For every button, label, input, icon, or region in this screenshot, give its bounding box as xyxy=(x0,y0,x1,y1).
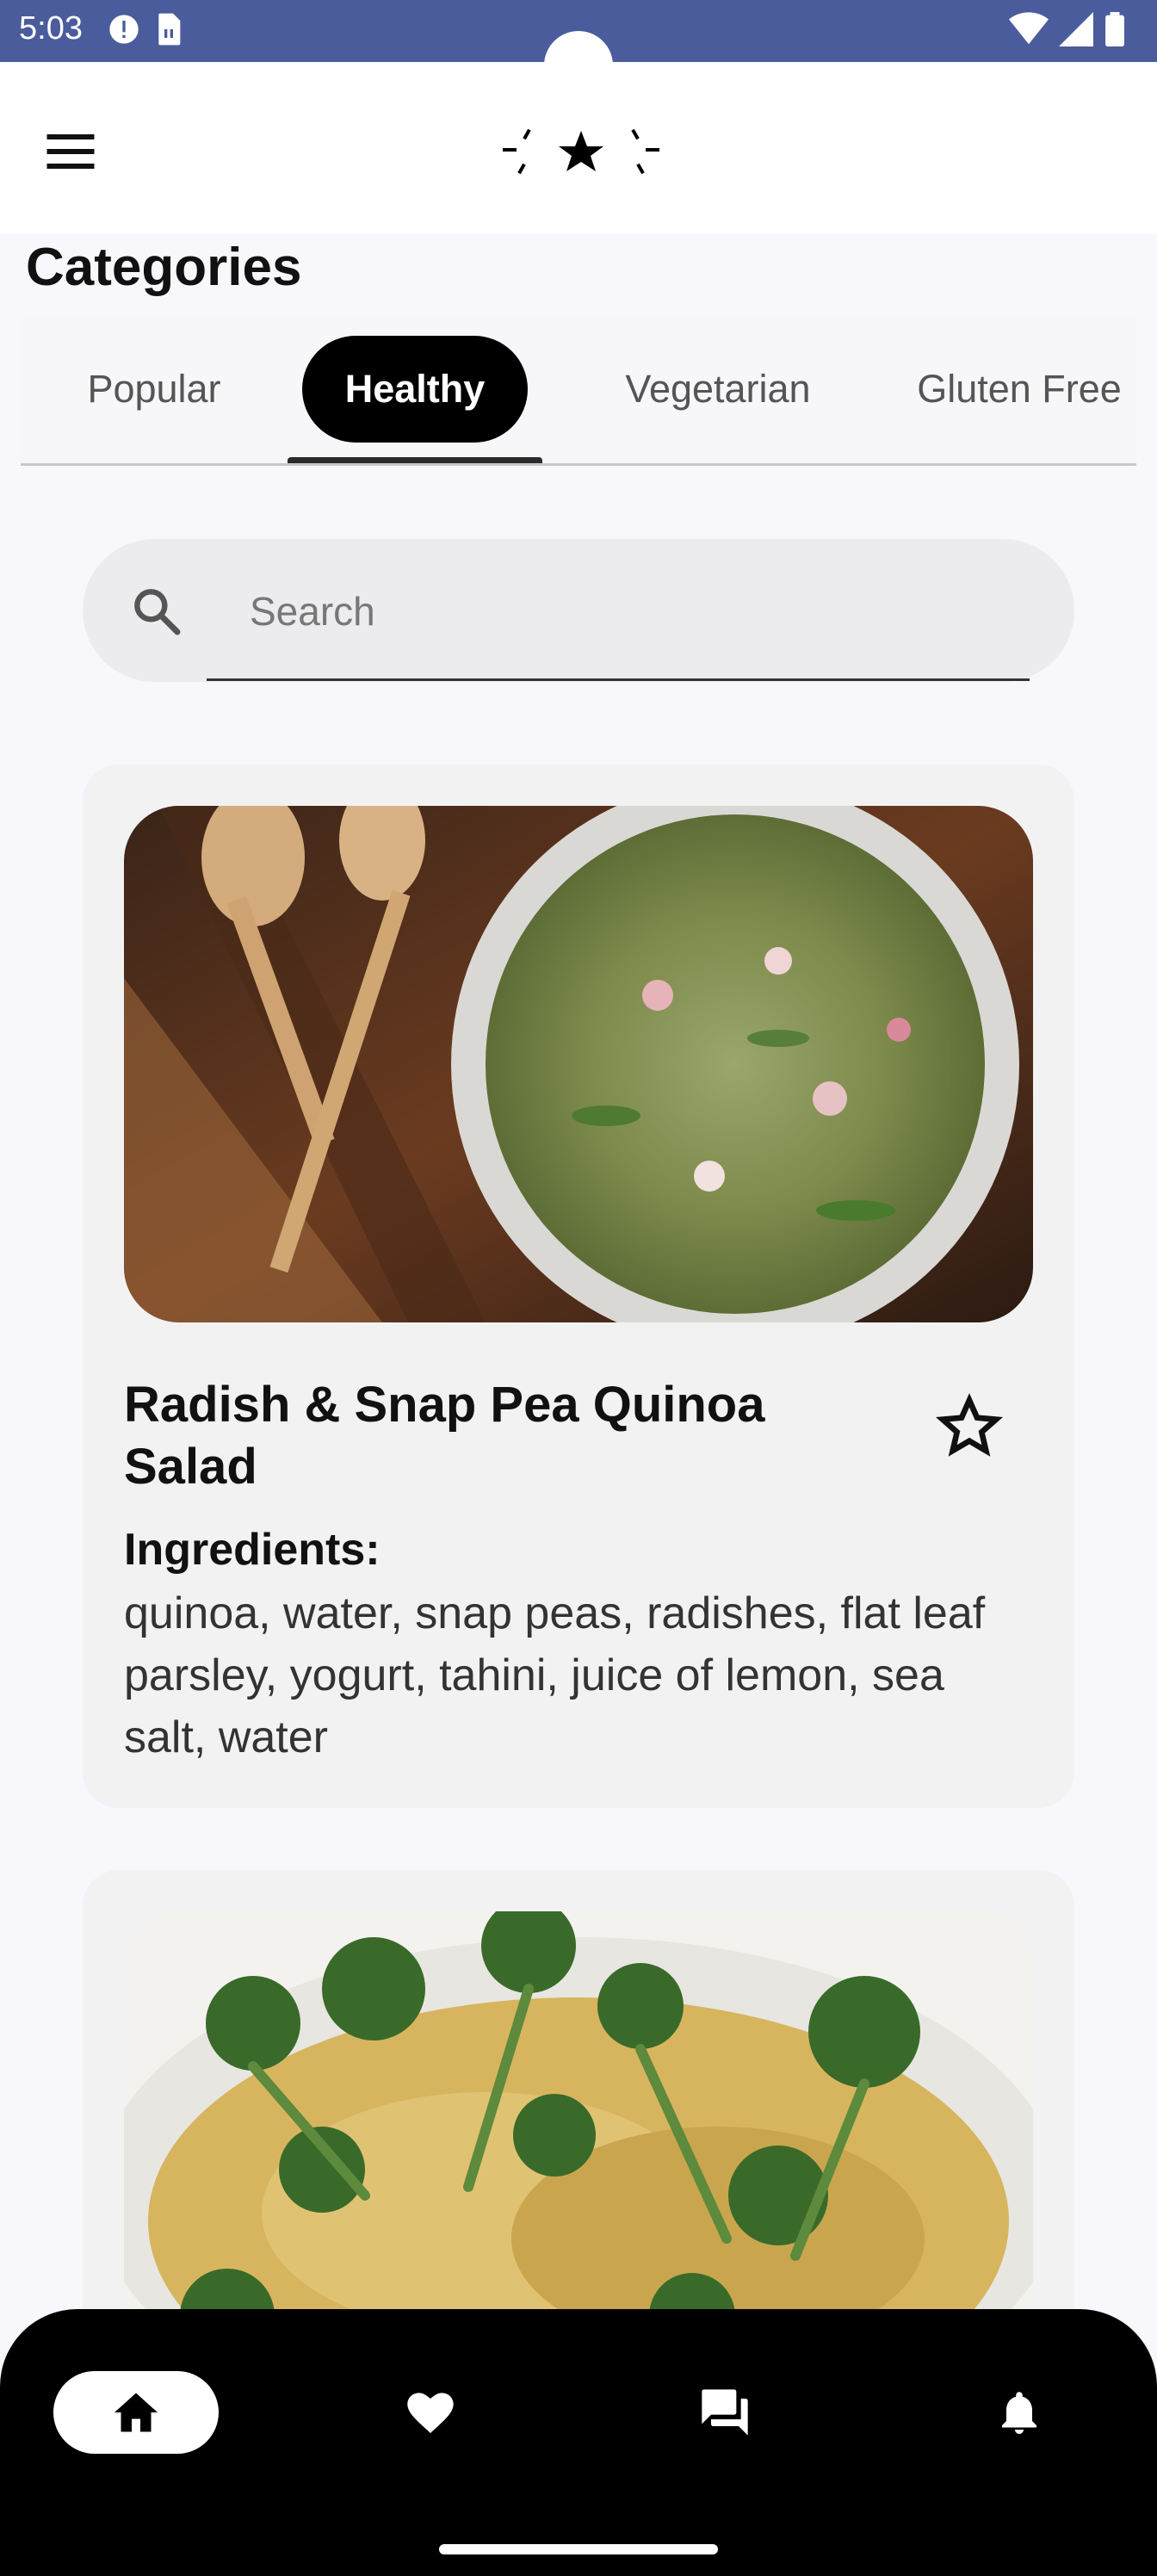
chat-icon xyxy=(702,2389,748,2436)
category-tabs: Popular Healthy Vegetarian Gluten Free xyxy=(21,315,1136,466)
tab-vegetarian[interactable]: Vegetarian xyxy=(572,315,864,463)
sim-card-icon xyxy=(158,13,181,46)
signal-icon xyxy=(1059,12,1093,46)
search-underline xyxy=(207,678,1030,681)
star-outline-icon[interactable] xyxy=(935,1393,1004,1462)
tab-label: Healthy xyxy=(301,336,529,443)
nav-home[interactable] xyxy=(53,2371,219,2454)
alert-icon xyxy=(109,15,139,44)
bell-icon xyxy=(1002,2392,1036,2434)
gesture-bar[interactable] xyxy=(439,2544,718,2554)
status-right-icons xyxy=(1009,12,1126,46)
status-time: 5:03 xyxy=(19,10,83,46)
recipe-image[interactable] xyxy=(124,806,1033,1322)
status-left-icons xyxy=(107,12,184,46)
tab-popular[interactable]: Popular xyxy=(55,315,253,463)
quinoa-salad-photo xyxy=(124,806,1033,1322)
wifi-icon xyxy=(1009,12,1049,45)
nav-notifications[interactable] xyxy=(978,2371,1061,2454)
nav-favorites[interactable] xyxy=(389,2371,472,2454)
tab-gluten-free[interactable]: Gluten Free xyxy=(890,315,1136,463)
search-input[interactable] xyxy=(248,573,1026,649)
tab-label: Vegetarian xyxy=(625,367,811,411)
tab-healthy[interactable]: Healthy xyxy=(288,315,542,463)
ingredients-text: quinoa, water, snap peas, radishes, flat… xyxy=(124,1588,986,1762)
nav-messages[interactable] xyxy=(684,2371,766,2454)
battery-icon xyxy=(1105,12,1124,46)
ingredients-label: Ingredients: xyxy=(124,1525,381,1575)
tab-label: Popular xyxy=(87,367,221,411)
tab-indicator xyxy=(288,457,542,463)
tab-label: Gluten Free xyxy=(917,367,1122,411)
star-logo-icon xyxy=(503,128,659,175)
heart-icon xyxy=(407,2393,454,2433)
page-title: Categories xyxy=(26,238,302,297)
bottom-navigation xyxy=(0,2309,1157,2576)
menu-icon[interactable] xyxy=(45,126,96,177)
search-bar[interactable] xyxy=(83,539,1074,682)
search-icon[interactable] xyxy=(129,584,184,639)
home-icon xyxy=(114,2393,158,2432)
recipe-title: Radish & Snap Pea Quinoa Salad xyxy=(124,1377,765,1495)
top-app-bar xyxy=(0,62,1157,234)
recipe-card[interactable]: Radish & Snap Pea Quinoa Salad Ingredien… xyxy=(83,765,1074,1808)
